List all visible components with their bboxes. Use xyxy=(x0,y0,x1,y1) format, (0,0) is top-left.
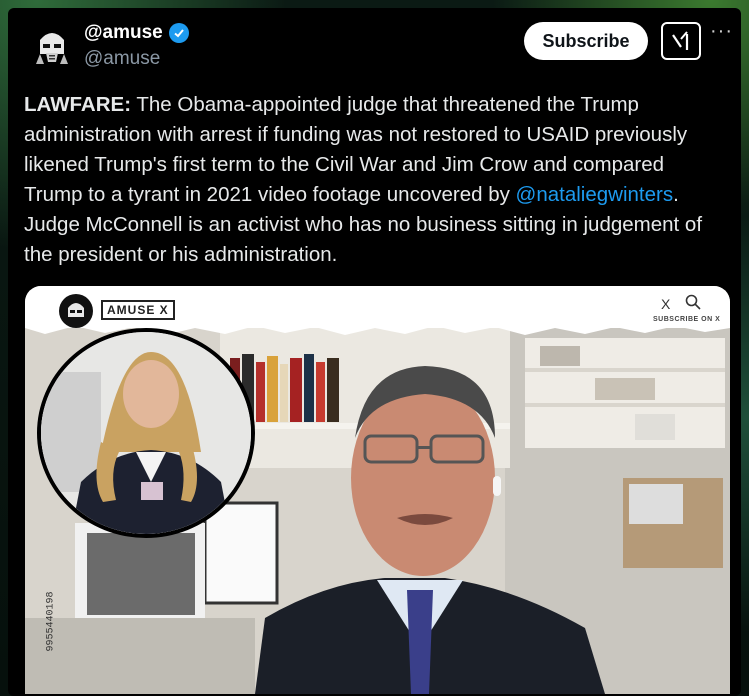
xai-grok-icon[interactable] xyxy=(661,22,701,60)
display-name[interactable]: @amuse xyxy=(84,22,163,44)
subscribe-button[interactable]: Subscribe xyxy=(524,22,648,60)
x-logo-icon: X xyxy=(661,296,671,312)
verified-badge-icon xyxy=(168,23,189,43)
more-options-icon[interactable]: ··· xyxy=(710,21,734,46)
post-text: LAWFARE: The Obama-appointed judge that … xyxy=(24,90,724,270)
video-logo-avatar xyxy=(59,294,93,328)
display-name-row[interactable]: @amuse xyxy=(84,22,189,44)
video-side-code: 9955440198 xyxy=(45,591,57,652)
search-icon xyxy=(685,294,701,310)
post-text-lead: LAWFARE: xyxy=(24,93,132,116)
mention-link[interactable]: @nataliegwinters xyxy=(516,183,674,206)
video-subscribe-caption: SUBSCRIBE ON X xyxy=(653,316,721,323)
profile-avatar[interactable] xyxy=(26,20,78,72)
user-handle[interactable]: @amuse xyxy=(84,48,160,70)
post-card: @amuse @amuse Subscribe ··· LAWFARE: The… xyxy=(8,8,741,696)
video-brand-label: AMUSE X xyxy=(101,300,175,320)
inset-portrait xyxy=(37,328,255,538)
video-player[interactable]: AMUSE X X SUBSCRIBE ON X 9955440198 xyxy=(25,286,730,694)
